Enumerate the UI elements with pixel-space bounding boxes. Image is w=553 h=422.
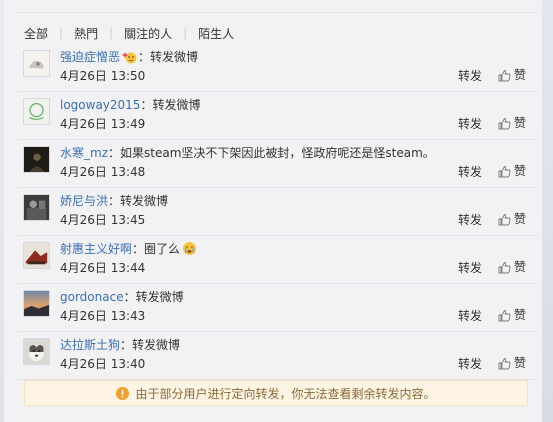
repost-text: 娇尼与洪：转发微博 (60, 193, 168, 209)
repost-button[interactable]: 转发 (458, 356, 482, 372)
filter-bar: 全部 | 熱門 | 關注的人 | 陌生人 (24, 24, 234, 42)
avatar[interactable] (23, 290, 50, 317)
like-label: 赞 (513, 116, 526, 130)
timestamp: 4月26日 13:45 (60, 213, 146, 227)
username-link[interactable]: 水寒_mz (60, 146, 108, 160)
notice-text: 由于部分用户进行定向转发，你无法查看剩余转发内容。 (135, 386, 436, 401)
like-label: 赞 (513, 260, 526, 274)
repost-button[interactable]: 转发 (458, 212, 482, 228)
repost-text: 达拉斯土狗：转发微博 (60, 337, 180, 353)
like-label: 赞 (513, 356, 526, 370)
repost-text: 水寒_mz：如果steam坚决不下架因此被封，怪政府呢还是怪steam。 (60, 145, 435, 161)
list-item: 达拉斯土狗：转发微博 4月26日 13:40 转发 赞 (18, 332, 538, 380)
warning-icon (116, 386, 130, 400)
repost-text: 射惠主义好啊：圈了么 (60, 241, 197, 260)
repost-content: ：如果steam坚决不下架因此被封，怪政府呢还是怪steam。 (108, 146, 435, 160)
repost-content: ：转发微博 (138, 50, 199, 64)
like-button[interactable]: 赞 (498, 259, 526, 275)
crying-face-icon (182, 241, 197, 260)
window-right-edge (542, 0, 553, 422)
repost-button[interactable]: 转发 (458, 308, 482, 324)
timestamp: 4月26日 13:40 (60, 357, 146, 371)
thumbs-up-icon (498, 309, 511, 321)
username-link[interactable]: 强迫症憎恶 (60, 50, 120, 64)
avatar[interactable] (23, 98, 50, 125)
username-link[interactable]: 娇尼与洪 (60, 194, 108, 208)
repost-text: logoway2015：转发微博 (60, 97, 200, 113)
repost-content: ：转发微博 (123, 290, 184, 304)
top-divider (18, 12, 538, 13)
avatar[interactable] (23, 338, 50, 365)
repost-button[interactable]: 转发 (458, 116, 482, 132)
filter-following[interactable]: 關注的人 (124, 25, 172, 42)
thumbs-up-icon (498, 165, 511, 177)
repost-button[interactable]: 转发 (458, 260, 482, 276)
like-label: 赞 (513, 164, 526, 178)
like-button[interactable]: 赞 (498, 67, 526, 83)
thumbs-up-icon (498, 69, 511, 81)
avatar[interactable] (23, 146, 50, 173)
restricted-notice: 由于部分用户进行定向转发，你无法查看剩余转发内容。 (24, 380, 528, 406)
like-button[interactable]: 赞 (498, 211, 526, 227)
thumbs-up-icon (498, 117, 511, 129)
avatar[interactable] (23, 50, 50, 77)
list-item: logoway2015：转发微博 4月26日 13:49 转发 赞 (18, 92, 538, 140)
repost-text: 强迫症憎恶 ：转发微博 (60, 49, 198, 68)
filter-all[interactable]: 全部 (24, 25, 48, 42)
list-item: 射惠主义好啊：圈了么 4月26日 13:44 转发 赞 (18, 236, 538, 284)
list-item: 水寒_mz：如果steam坚决不下架因此被封，怪政府呢还是怪steam。 4月2… (18, 140, 538, 188)
thumbs-up-icon (498, 357, 511, 369)
like-button[interactable]: 赞 (498, 163, 526, 179)
list-item: gordonace：转发微博 4月26日 13:43 转发 赞 (18, 284, 538, 332)
like-label: 赞 (513, 308, 526, 322)
sparkle-face-icon (122, 50, 138, 68)
username-link[interactable]: 达拉斯土狗 (60, 338, 120, 352)
repost-button[interactable]: 转发 (458, 164, 482, 180)
avatar[interactable] (23, 242, 50, 269)
like-label: 赞 (513, 212, 526, 226)
repost-content: ：转发微博 (120, 338, 181, 352)
repost-content: ：转发微博 (140, 98, 201, 112)
thumbs-up-icon (498, 213, 511, 225)
list-item: 强迫症憎恶 ：转发微博 4月26日 13:50 转发 赞 (18, 44, 538, 92)
repost-text: gordonace：转发微博 (60, 289, 184, 305)
username-link[interactable]: 射惠主义好啊 (60, 242, 132, 256)
repost-content: ：圈了么 (132, 242, 181, 256)
filter-separator: | (183, 26, 188, 40)
filter-separator: | (109, 26, 114, 40)
repost-list: 强迫症憎恶 ：转发微博 4月26日 13:50 转发 赞 logoway2015：… (18, 44, 538, 380)
list-item: 娇尼与洪：转发微博 4月26日 13:45 转发 赞 (18, 188, 538, 236)
like-button[interactable]: 赞 (498, 307, 526, 323)
timestamp: 4月26日 13:48 (60, 165, 146, 179)
like-button[interactable]: 赞 (498, 355, 526, 371)
repost-button[interactable]: 转发 (458, 68, 482, 84)
timestamp: 4月26日 13:43 (60, 309, 146, 323)
username-link[interactable]: gordonace (60, 290, 124, 304)
timestamp: 4月26日 13:49 (60, 117, 146, 131)
filter-separator: | (59, 26, 64, 40)
repost-content: ：转发微博 (108, 194, 169, 208)
filter-strangers[interactable]: 陌生人 (198, 25, 234, 42)
thumbs-up-icon (498, 261, 511, 273)
timestamp: 4月26日 13:44 (60, 261, 146, 275)
like-label: 赞 (513, 68, 526, 82)
timestamp: 4月26日 13:50 (60, 69, 146, 83)
filter-hot[interactable]: 熱門 (74, 25, 98, 42)
username-link[interactable]: logoway2015 (60, 98, 140, 112)
like-button[interactable]: 赞 (498, 115, 526, 131)
avatar[interactable] (23, 194, 50, 221)
